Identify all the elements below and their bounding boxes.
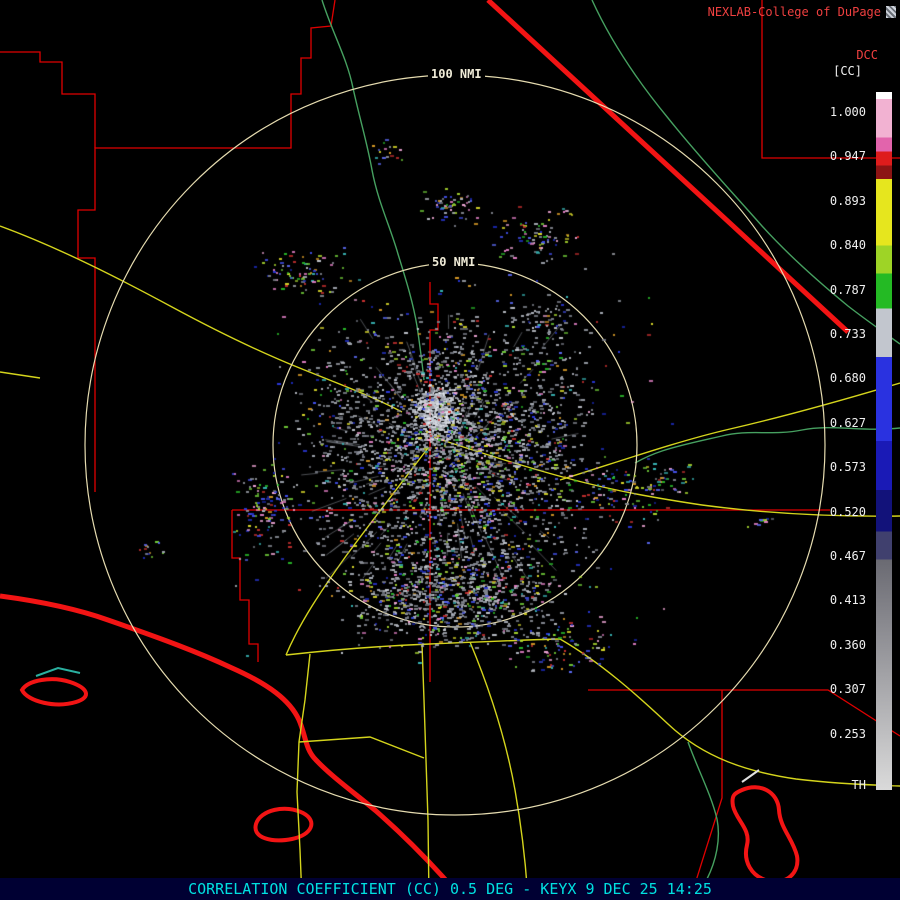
county-line [0,52,95,148]
misc-white-mark [742,770,759,782]
county-line [78,0,335,492]
river-line [635,428,900,463]
river-line [322,0,424,380]
boundary-thick-wavy [0,596,460,900]
county-line [232,510,258,662]
road-line [560,383,900,480]
red-outline-blob [22,679,86,704]
road-line [299,737,424,758]
road-line [560,639,900,786]
road-line [0,226,402,412]
river-line [688,742,718,900]
red-outline-blob [732,787,797,882]
range-ring-100nmi [85,75,825,815]
road-line [430,436,900,516]
radar-display: 100 NMI 50 NMI NEXLAB-College of DuPage … [0,0,900,900]
county-line [762,0,900,158]
road-lines [0,226,900,900]
river-lines [36,0,900,900]
range-ring-50nmi [273,263,637,627]
road-line [297,654,310,900]
county-line [690,690,722,900]
county-line [588,690,900,736]
county-lines [0,0,900,900]
river-line [592,0,900,344]
range-rings-group [85,75,825,815]
highway-major-line [488,0,848,332]
stream-line [36,668,80,676]
county-line [430,282,438,682]
map-layer [0,0,900,900]
red-outline-blob [255,809,311,841]
road-line [470,642,528,900]
road-line [0,372,40,378]
major-red-features [0,0,848,900]
